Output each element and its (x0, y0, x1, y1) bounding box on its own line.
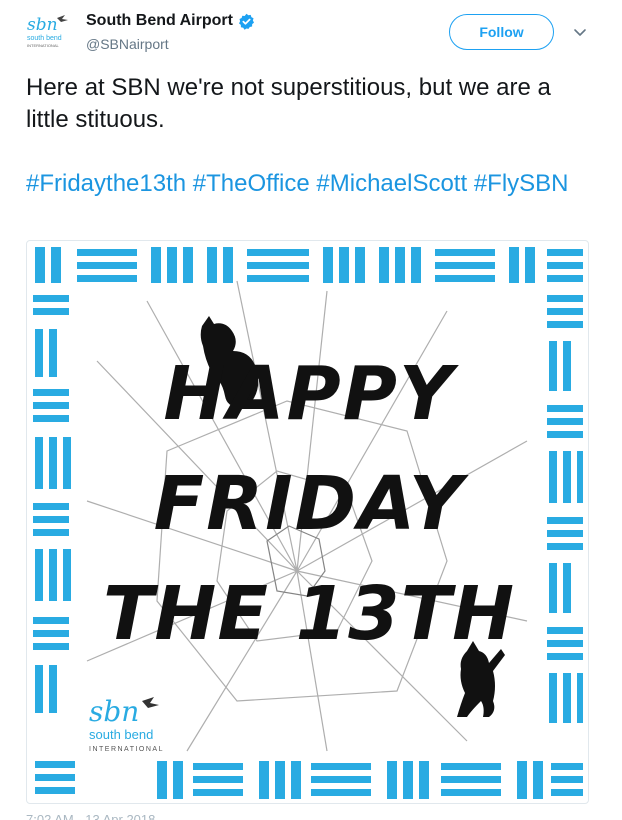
media-logo-text: sbn (89, 695, 139, 728)
tweet-text: Here at SBN we're not superstitious, but… (26, 74, 551, 133)
tweet-header: sbn south bend INTERNATIONAL South Bend … (26, 10, 596, 56)
display-name[interactable]: South Bend Airport (86, 12, 233, 30)
hashtag-link[interactable]: #FlySBN (474, 170, 569, 197)
media-logo-sub: south bend (89, 727, 153, 742)
sbn-logo-icon: sbn south bend INTERNATIONAL (27, 15, 68, 48)
handle[interactable]: @SBNairport (86, 36, 169, 52)
follow-button[interactable]: Follow (449, 14, 554, 50)
hashtag-link[interactable]: #MichaelScott (316, 170, 467, 197)
headline-line-3: THE 13TH (103, 571, 515, 657)
media-logo-sub2: INTERNATIONAL (89, 746, 164, 753)
hashtag-link[interactable]: #Fridaythe13th (26, 170, 186, 197)
headline-line-2: FRIDAY (154, 461, 469, 547)
avatar[interactable]: sbn south bend INTERNATIONAL (26, 12, 76, 52)
tweet-image[interactable]: HAPPY FRIDAY THE 13TH sbn south bend INT… (26, 240, 589, 804)
hashtag-list: #Fridaythe13th #TheOffice #MichaelScott … (26, 168, 596, 200)
avatar-sub-text2: INTERNATIONAL (27, 43, 59, 48)
avatar-sub-text: south bend (27, 35, 62, 42)
friday-13th-graphic: HAPPY FRIDAY THE 13TH sbn south bend INT… (33, 247, 583, 799)
headline-line-1: HAPPY (163, 351, 459, 437)
tweet-timestamp[interactable]: 7:02 AM - 13 Apr 2018 (26, 810, 155, 820)
verified-badge-icon (238, 13, 255, 30)
sbn-watermark-logo: sbn south bend INTERNATIONAL (89, 695, 164, 753)
chevron-down-icon[interactable] (572, 24, 588, 40)
name-row: South Bend Airport (86, 12, 255, 30)
hashtag-link[interactable]: #TheOffice (193, 170, 310, 197)
avatar-logo-text: sbn (27, 15, 58, 35)
headline: HAPPY FRIDAY THE 13TH (103, 351, 515, 657)
